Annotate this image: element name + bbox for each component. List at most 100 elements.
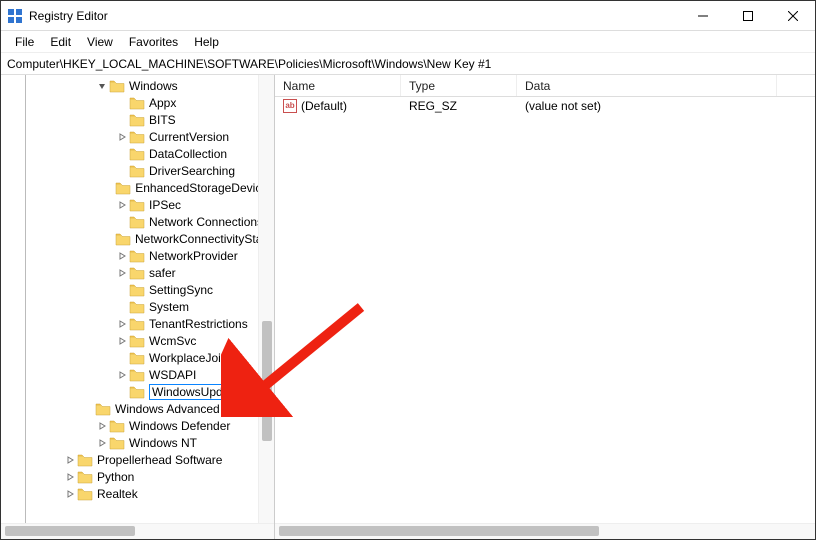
menu-edit[interactable]: Edit	[42, 33, 79, 51]
tree-node-label[interactable]: NetworkProvider	[149, 249, 238, 263]
tree-node-label[interactable]: CurrentVersion	[149, 130, 229, 144]
tree-node-label[interactable]: Windows	[129, 79, 178, 93]
folder-icon	[109, 79, 125, 93]
tree-node-label[interactable]: System	[149, 300, 189, 314]
app-icon	[7, 8, 23, 24]
col-name-header[interactable]: Name	[275, 75, 401, 96]
tree-node-tenantrestrictions[interactable]: TenantRestrictions	[1, 315, 274, 332]
tree-node-label[interactable]: NetworkConnectivityStatus	[135, 232, 274, 246]
tree-node-python[interactable]: Python	[1, 468, 274, 485]
tree-node-label[interactable]: WSDAPI	[149, 368, 196, 382]
folder-icon	[115, 232, 131, 246]
tree-node-enhancedstoragedevices[interactable]: EnhancedStorageDevices	[1, 179, 274, 196]
expander-icon[interactable]	[95, 79, 109, 93]
folder-icon	[129, 283, 145, 297]
expander-icon[interactable]	[115, 368, 129, 382]
tree-vscroll-thumb[interactable]	[262, 321, 272, 441]
tree-node-system[interactable]: System	[1, 298, 274, 315]
tree-node-label[interactable]: DriverSearching	[149, 164, 235, 178]
folder-icon	[129, 368, 145, 382]
value-data: (value not set)	[525, 99, 601, 113]
tree-hscroll-thumb[interactable]	[5, 526, 135, 536]
tree-node-wsdapi[interactable]: WSDAPI	[1, 366, 274, 383]
menu-help[interactable]: Help	[186, 33, 227, 51]
tree-guideline	[25, 75, 26, 523]
tree-node-label[interactable]: safer	[149, 266, 176, 280]
tree-node-network-connections[interactable]: Network Connections	[1, 213, 274, 230]
tree-node-appx[interactable]: Appx	[1, 94, 274, 111]
tree-node-networkprovider[interactable]: NetworkProvider	[1, 247, 274, 264]
tree-node-label[interactable]: TenantRestrictions	[149, 317, 248, 331]
tree-node-windows-nt[interactable]: Windows NT	[1, 434, 274, 451]
tree-node-windowsupdate[interactable]: WindowsUpdate	[1, 383, 274, 400]
maximize-button[interactable]	[725, 1, 770, 31]
menu-favorites[interactable]: Favorites	[121, 33, 186, 51]
tree-node-label[interactable]: IPSec	[149, 198, 181, 212]
tree-node-workplacejoin[interactable]: WorkplaceJoin	[1, 349, 274, 366]
col-data-header[interactable]: Data	[517, 75, 777, 96]
tree-node-label[interactable]: WorkplaceJoin	[149, 351, 227, 365]
folder-icon	[95, 402, 111, 416]
tree-node-label[interactable]: BITS	[149, 113, 176, 127]
tree-node-label[interactable]: EnhancedStorageDevices	[135, 181, 274, 195]
tree-node-settingsync[interactable]: SettingSync	[1, 281, 274, 298]
cell-type: REG_SZ	[401, 99, 517, 113]
tree-node-propellerhead-software[interactable]: Propellerhead Software	[1, 451, 274, 468]
expander-icon[interactable]	[115, 130, 129, 144]
tree-node-label[interactable]: Windows Defender	[129, 419, 230, 433]
tree-node-label[interactable]: Appx	[149, 96, 176, 110]
tree-node-windows-advanced-threat-protection[interactable]: Windows Advanced Threat Protection	[1, 400, 274, 417]
tree-node-realtek[interactable]: Realtek	[1, 485, 274, 502]
tree-node-label[interactable]: Network Connections	[149, 215, 263, 229]
list-horizontal-scrollbar[interactable]	[275, 523, 815, 539]
tree-node-label[interactable]: WcmSvc	[149, 334, 196, 348]
menu-view[interactable]: View	[79, 33, 121, 51]
folder-icon	[109, 436, 125, 450]
tree-node-datacollection[interactable]: DataCollection	[1, 145, 274, 162]
expander-icon[interactable]	[63, 453, 77, 467]
list-row[interactable]: ab (Default) REG_SZ (value not set)	[275, 97, 815, 115]
tree-node-driversearching[interactable]: DriverSearching	[1, 162, 274, 179]
expander-icon[interactable]	[115, 198, 129, 212]
registry-editor-window: Registry Editor File Edit View Favorites…	[0, 0, 816, 540]
tree-vertical-scrollbar[interactable]	[258, 75, 274, 523]
tree-node-windows-defender[interactable]: Windows Defender	[1, 417, 274, 434]
tree-node-label[interactable]: WindowsUpdate	[149, 384, 242, 400]
cell-data: (value not set)	[517, 99, 777, 113]
tree-node-label[interactable]: Python	[97, 470, 134, 484]
tree-node-currentversion[interactable]: CurrentVersion	[1, 128, 274, 145]
expander-icon[interactable]	[115, 334, 129, 348]
tree-inner: Windows Appx BITS CurrentVersion DataCollect…	[1, 75, 274, 502]
expander-icon[interactable]	[95, 419, 109, 433]
tree-node-label[interactable]: DataCollection	[149, 147, 227, 161]
minimize-button[interactable]	[680, 1, 725, 31]
folder-icon	[129, 249, 145, 263]
expander-icon[interactable]	[115, 249, 129, 263]
expander-icon[interactable]	[63, 470, 77, 484]
address-bar[interactable]: Computer\HKEY_LOCAL_MACHINE\SOFTWARE\Pol…	[1, 53, 815, 75]
tree-node-label[interactable]: Windows Advanced Threat Protection	[115, 402, 274, 416]
tree-node-networkconnectivitystatus[interactable]: NetworkConnectivityStatus	[1, 230, 274, 247]
tree-node-label[interactable]: SettingSync	[149, 283, 213, 297]
expander-icon[interactable]	[63, 487, 77, 501]
tree-node-bits[interactable]: BITS	[1, 111, 274, 128]
tree-node-safer[interactable]: safer	[1, 264, 274, 281]
tree-pane: Windows Appx BITS CurrentVersion DataCollect…	[1, 75, 275, 539]
tree-node-wcmsvc[interactable]: WcmSvc	[1, 332, 274, 349]
list-hscroll-thumb[interactable]	[279, 526, 599, 536]
tree-node-label[interactable]: Windows NT	[129, 436, 197, 450]
tree-node-label[interactable]: Realtek	[97, 487, 138, 501]
value-type: REG_SZ	[409, 99, 457, 113]
expander-icon[interactable]	[115, 317, 129, 331]
col-type-header[interactable]: Type	[401, 75, 517, 96]
tree-horizontal-scrollbar[interactable]	[1, 523, 274, 539]
expander-icon[interactable]	[95, 436, 109, 450]
close-button[interactable]	[770, 1, 815, 31]
menu-file[interactable]: File	[7, 33, 42, 51]
folder-icon	[109, 419, 125, 433]
folder-icon	[129, 96, 145, 110]
tree-node-windows-root[interactable]: Windows	[1, 77, 274, 94]
expander-icon[interactable]	[115, 266, 129, 280]
tree-node-ipsec[interactable]: IPSec	[1, 196, 274, 213]
tree-node-label[interactable]: Propellerhead Software	[97, 453, 222, 467]
